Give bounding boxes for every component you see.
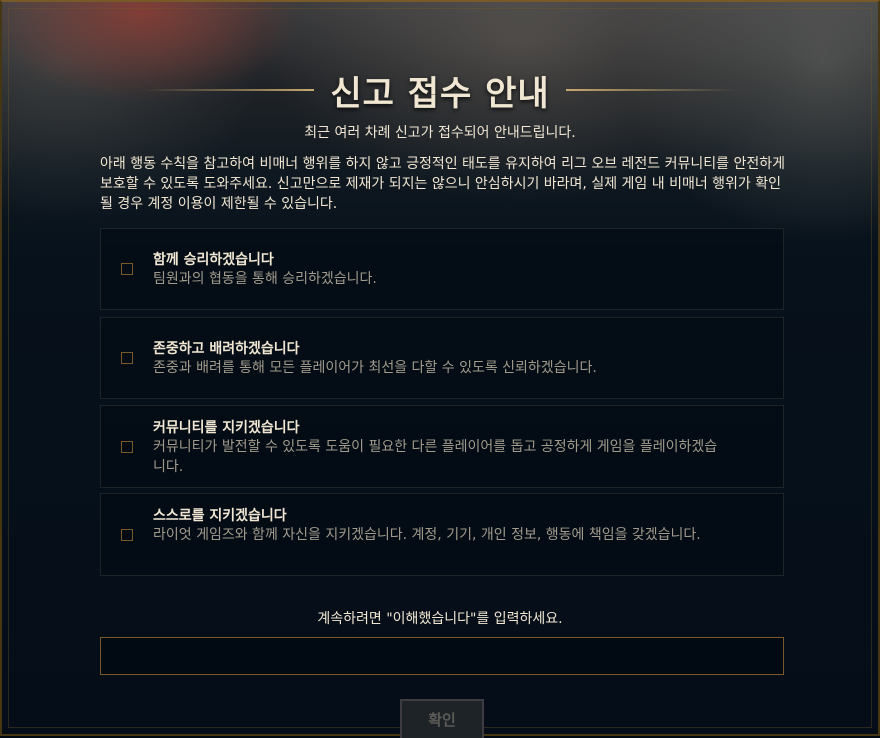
confirm-button[interactable]: 확인 [400,699,484,738]
pledge-description: 팀원과의 협동을 통해 승리하겠습니다. [153,271,377,287]
pledge-item-respect[interactable]: 존중하고 배려하겠습니다 존중과 배려를 통해 모든 플레이어가 최선을 다할 … [100,317,784,399]
report-notice-dialog: 신고 접수 안내 최근 여러 차례 신고가 접수되어 안내드립니다. 아래 행동… [0,0,880,738]
confirmation-input[interactable] [100,637,784,675]
pledge-title: 커뮤니티를 지키겠습니다 [153,420,300,436]
pledge-item-community[interactable]: 커뮤니티를 지키겠습니다 커뮤니티가 발전할 수 있도록 도움이 필요한 다른 … [100,405,784,488]
pledge-checkbox[interactable] [121,263,133,275]
title-row: 신고 접수 안내 [2,64,878,116]
title-divider-left [144,89,315,91]
pledge-item-win-together[interactable]: 함께 승리하겠습니다 팀원과의 협동을 통해 승리하겠습니다. [100,228,784,310]
pledge-checkbox[interactable] [121,529,133,541]
pledge-item-protect-self[interactable]: 스스로를 지키겠습니다 라이엇 게임즈와 함께 자신을 지키겠습니다. 계정, … [100,493,784,576]
confirm-instruction: 계속하려면 "이해했습니다"를 입력하세요. [317,611,563,627]
dialog-title: 신고 접수 안내 [330,73,550,114]
pledge-checkbox[interactable] [121,352,133,364]
pledge-description: 커뮤니티가 발전할 수 있도록 도움이 필요한 다른 플레이어를 돕고 공정하게… [153,439,718,475]
pledge-checkbox[interactable] [121,441,133,453]
dialog-description: 아래 행동 수칙을 참고하여 비매너 행위를 하지 않고 긍정적인 태도를 유지… [100,156,785,212]
pledge-title: 존중하고 배려하겠습니다 [153,341,300,357]
pledge-description: 존중과 배려를 통해 모든 플레이어가 최선을 다할 수 있도록 신뢰하겠습니다… [153,360,597,376]
title-divider-right [565,89,736,91]
dialog-subtitle: 최근 여러 차례 신고가 접수되어 안내드립니다. [304,125,576,141]
pledge-title: 스스로를 지키겠습니다 [153,508,287,524]
pledge-description: 라이엇 게임즈와 함께 자신을 지키겠습니다. 계정, 기기, 개인 정보, 행… [153,527,701,543]
pledge-title: 함께 승리하겠습니다 [153,252,274,268]
